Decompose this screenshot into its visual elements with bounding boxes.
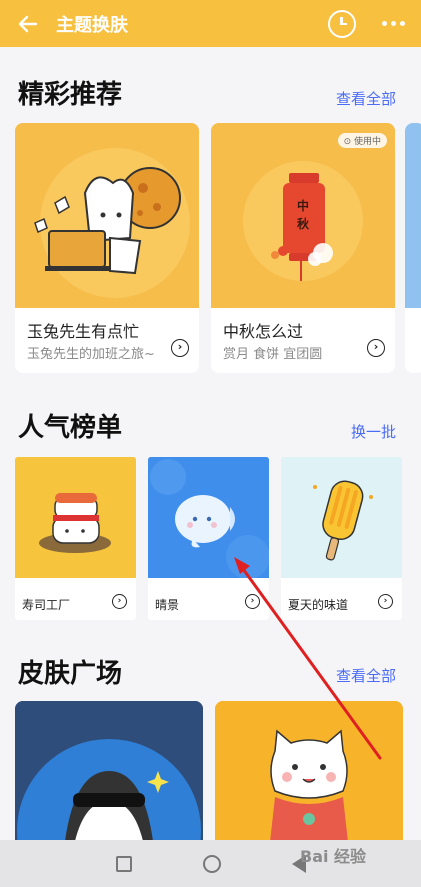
annotation-arrow — [234, 557, 382, 760]
home-icon[interactable] — [202, 854, 221, 873]
watermark-text: Bai 经验 — [300, 847, 367, 866]
recent-apps-icon[interactable] — [115, 855, 132, 872]
